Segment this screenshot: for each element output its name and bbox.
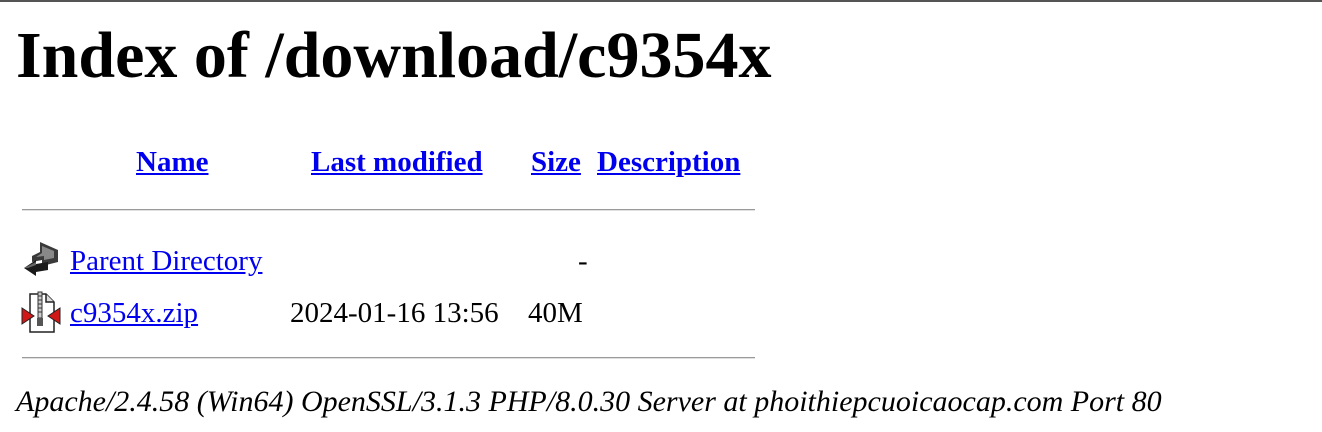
- row-link-c9354x-zip[interactable]: c9354x.zip: [70, 295, 198, 331]
- column-header-last-modified[interactable]: Last modified: [311, 144, 483, 180]
- row-link-parent-directory[interactable]: Parent Directory: [70, 243, 262, 279]
- column-header-name[interactable]: Name: [136, 144, 208, 180]
- header-divider: [22, 209, 755, 211]
- back-icon: [24, 242, 58, 276]
- row-size: -: [578, 245, 588, 277]
- window-top-border: [0, 0, 1322, 2]
- column-header-size[interactable]: Size: [531, 144, 581, 180]
- row-last-modified: 2024-01-16 13:56: [290, 297, 499, 329]
- footer-divider: [22, 357, 755, 359]
- column-header-description[interactable]: Description: [597, 144, 740, 180]
- server-signature: Apache/2.4.58 (Win64) OpenSSL/3.1.3 PHP/…: [16, 385, 1162, 418]
- compressed-file-icon: [21, 291, 61, 333]
- page-title: Index of /download/c9354x: [16, 19, 772, 92]
- row-size: 40M: [528, 297, 583, 329]
